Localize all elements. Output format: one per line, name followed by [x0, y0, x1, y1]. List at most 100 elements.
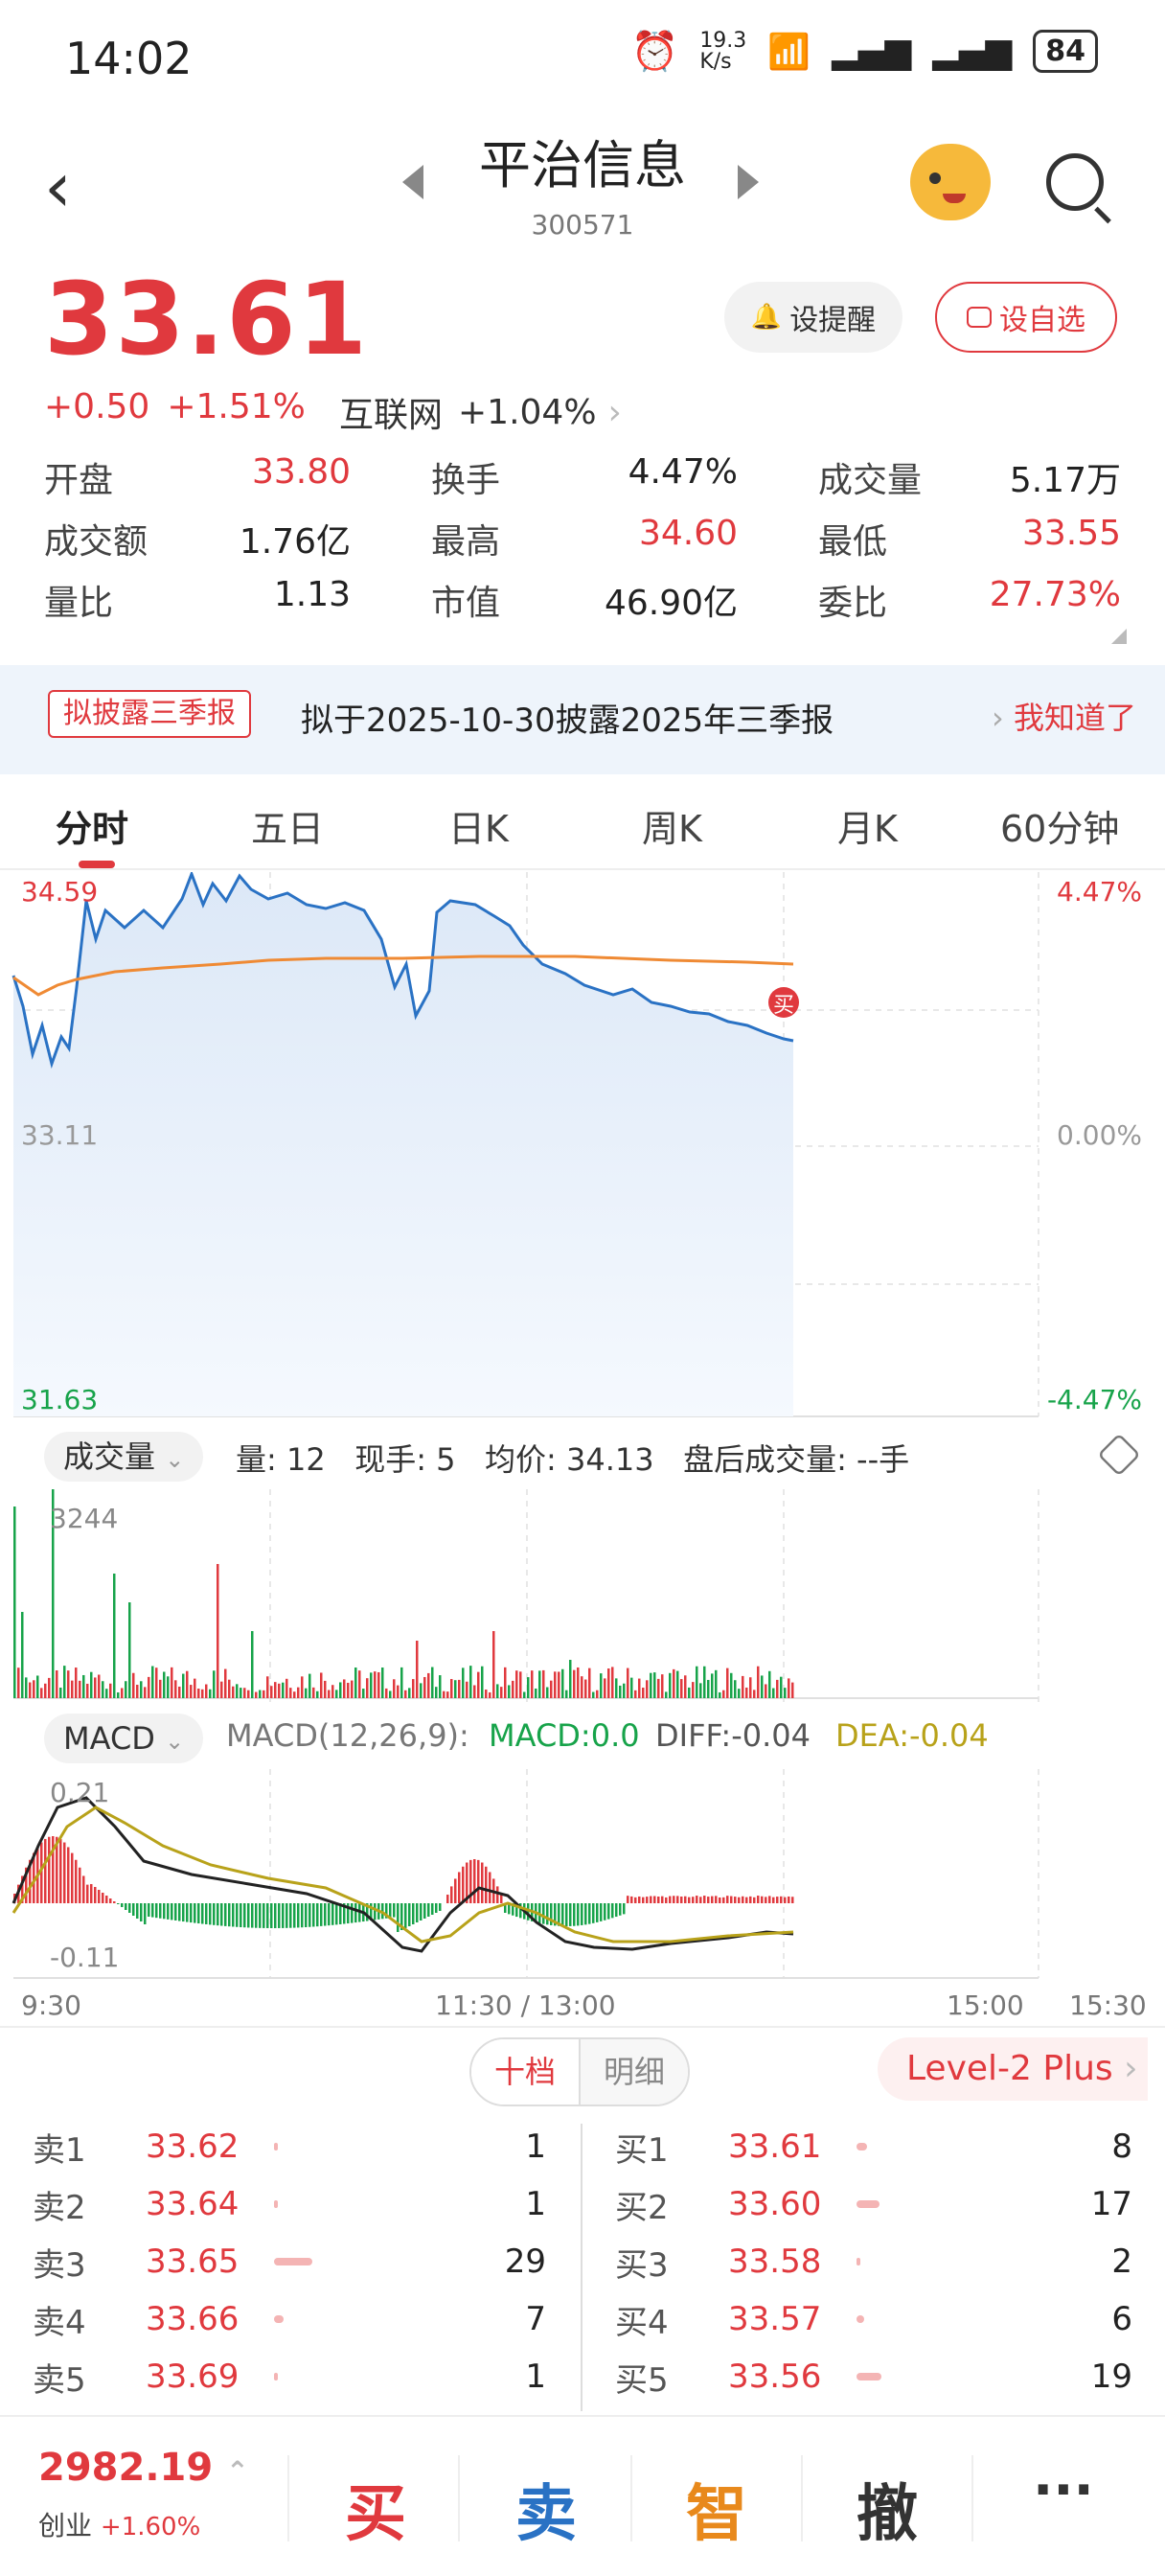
volume-bar — [784, 1688, 787, 1698]
tab-4[interactable]: 月K — [837, 799, 898, 852]
sell-button[interactable]: 卖 — [515, 2465, 577, 2553]
stat-value: 33.80 — [251, 452, 351, 492]
tab-details[interactable]: 明细 — [579, 2039, 688, 2104]
macd-bar — [757, 1896, 760, 1903]
volume-bar — [699, 1683, 702, 1698]
level-volume-bar — [857, 2200, 879, 2208]
volume-bar — [286, 1678, 288, 1698]
volume-bar — [554, 1671, 557, 1698]
volume-bar — [243, 1688, 246, 1698]
volume-bar — [416, 1641, 419, 1698]
volume-bar — [619, 1685, 622, 1698]
dismiss-notice-button[interactable]: › 我知道了 — [992, 694, 1136, 738]
sell-row[interactable]: 卖5 33.69 1 — [33, 2348, 546, 2405]
volume-bar — [159, 1679, 162, 1698]
volume-bar — [638, 1678, 641, 1698]
macd-bar — [692, 1897, 695, 1903]
sector-link[interactable]: 互联网 +1.04% › — [339, 387, 622, 437]
volume-bar — [542, 1669, 545, 1698]
more-icon[interactable]: ··· — [1033, 2459, 1094, 2521]
volume-indicator-selector[interactable]: 成交量 ⌄ — [44, 1432, 204, 1482]
add-favorite-button[interactable]: 设自选 — [935, 282, 1117, 353]
volume-bar — [523, 1691, 526, 1698]
macd-bar — [745, 1897, 748, 1903]
volume-bar — [676, 1670, 679, 1698]
diff-value: DIFF:-0.04 — [655, 1717, 811, 1754]
tab-0[interactable]: 分时 — [56, 799, 128, 852]
macd-bar — [696, 1896, 698, 1903]
sell-row[interactable]: 卖4 33.66 7 — [33, 2290, 546, 2348]
volume-bar — [293, 1691, 296, 1698]
cancel-order-button[interactable]: 撤 — [857, 2465, 918, 2553]
macd-chart[interactable]: 0.21 -0.11 — [0, 1769, 1165, 1982]
divider — [0, 2026, 1165, 2028]
search-icon[interactable] — [1046, 153, 1104, 211]
notice-tag: 拟披露三季报 — [48, 690, 251, 738]
volume-bar — [719, 1691, 721, 1698]
level-volume-bar — [857, 2143, 867, 2150]
tab-ten-levels[interactable]: 十档 — [471, 2039, 579, 2104]
sell-row[interactable]: 卖1 33.62 1 — [33, 2118, 546, 2175]
volume-bar — [305, 1688, 308, 1698]
signal-icon-2: ▂▄▆ — [932, 32, 1013, 71]
status-time: 14:02 — [65, 33, 193, 84]
intraday-chart[interactable]: 买 34.59 33.11 31.63 4.47% 0.00% -4.47% — [0, 872, 1165, 1418]
level-quantity: 29 — [504, 2242, 546, 2281]
macd-bar — [462, 1866, 465, 1903]
volume-bar — [588, 1668, 591, 1698]
macd-bar — [669, 1896, 672, 1903]
assistant-mascot-icon[interactable] — [910, 144, 991, 220]
volume-bar — [753, 1690, 756, 1698]
macd-bar — [496, 1886, 499, 1903]
index-ticker[interactable]: 2982.19 ⌃ — [38, 2446, 249, 2490]
volume-bar — [102, 1681, 104, 1698]
macd-indicator-selector[interactable]: MACD ⌄ — [44, 1714, 204, 1763]
macd-bar — [102, 1893, 104, 1903]
volume-bar — [331, 1685, 334, 1698]
notice-text: 拟于2025-10-30披露2025年三季报 — [301, 702, 834, 740]
buy-button[interactable]: 买 — [345, 2465, 406, 2553]
tab-1[interactable]: 五日 — [251, 799, 324, 852]
macd-bar — [791, 1897, 794, 1903]
macd-bar — [274, 1903, 277, 1928]
tab-3[interactable]: 周K — [642, 799, 702, 852]
macd-params: MACD(12,26,9): — [226, 1717, 469, 1754]
buy-marker-label: 买 — [773, 994, 794, 1018]
buy-row[interactable]: 买2 33.60 17 — [615, 2175, 1132, 2233]
chevron-right-icon: › — [607, 392, 622, 432]
buy-row[interactable]: 买1 33.61 8 — [615, 2118, 1132, 2175]
pct-low-label: -4.47% — [1047, 1384, 1142, 1415]
level-volume-bar — [857, 2258, 860, 2266]
volume-bar — [500, 1687, 503, 1698]
stat-label: 委比 — [818, 584, 888, 623]
buy-row[interactable]: 买4 33.57 6 — [615, 2290, 1132, 2348]
stat-cell: 市值 46.90亿 — [431, 575, 818, 625]
volume-bar — [481, 1666, 484, 1698]
sell-row[interactable]: 卖3 33.65 29 — [33, 2233, 546, 2290]
next-stock-icon[interactable] — [738, 165, 759, 199]
volume-chart[interactable]: 3244 — [0, 1489, 1165, 1702]
tab-2[interactable]: 日K — [448, 799, 509, 852]
macd-bar — [297, 1903, 300, 1928]
sell-row[interactable]: 卖2 33.64 1 — [33, 2175, 546, 2233]
macd-bar — [738, 1897, 741, 1903]
macd-bar — [761, 1896, 764, 1903]
volume-bar — [301, 1676, 304, 1698]
buy-row[interactable]: 买3 33.58 2 — [615, 2233, 1132, 2290]
level2-plus-button[interactable]: Level-2 Plus › — [878, 2037, 1148, 2101]
volume-bar — [404, 1690, 407, 1698]
volume-bar — [546, 1687, 549, 1698]
pct-mid-label: 0.00% — [1057, 1119, 1142, 1151]
volume-bar — [385, 1688, 388, 1698]
level-volume-bar — [274, 2315, 284, 2323]
settings-icon[interactable] — [1097, 1433, 1141, 1477]
smart-button[interactable]: 智 — [686, 2465, 747, 2553]
buy-row[interactable]: 买5 33.56 19 — [615, 2348, 1132, 2405]
stat-label: 最低 — [818, 522, 888, 562]
macd-bar — [324, 1903, 327, 1926]
chat-box-icon — [967, 307, 992, 328]
level-price: 33.56 — [728, 2358, 822, 2396]
volume-bar — [117, 1691, 120, 1698]
set-alert-button[interactable]: 🔔 设提醒 — [724, 282, 902, 353]
tab-5[interactable]: 60分钟 — [1000, 799, 1119, 852]
